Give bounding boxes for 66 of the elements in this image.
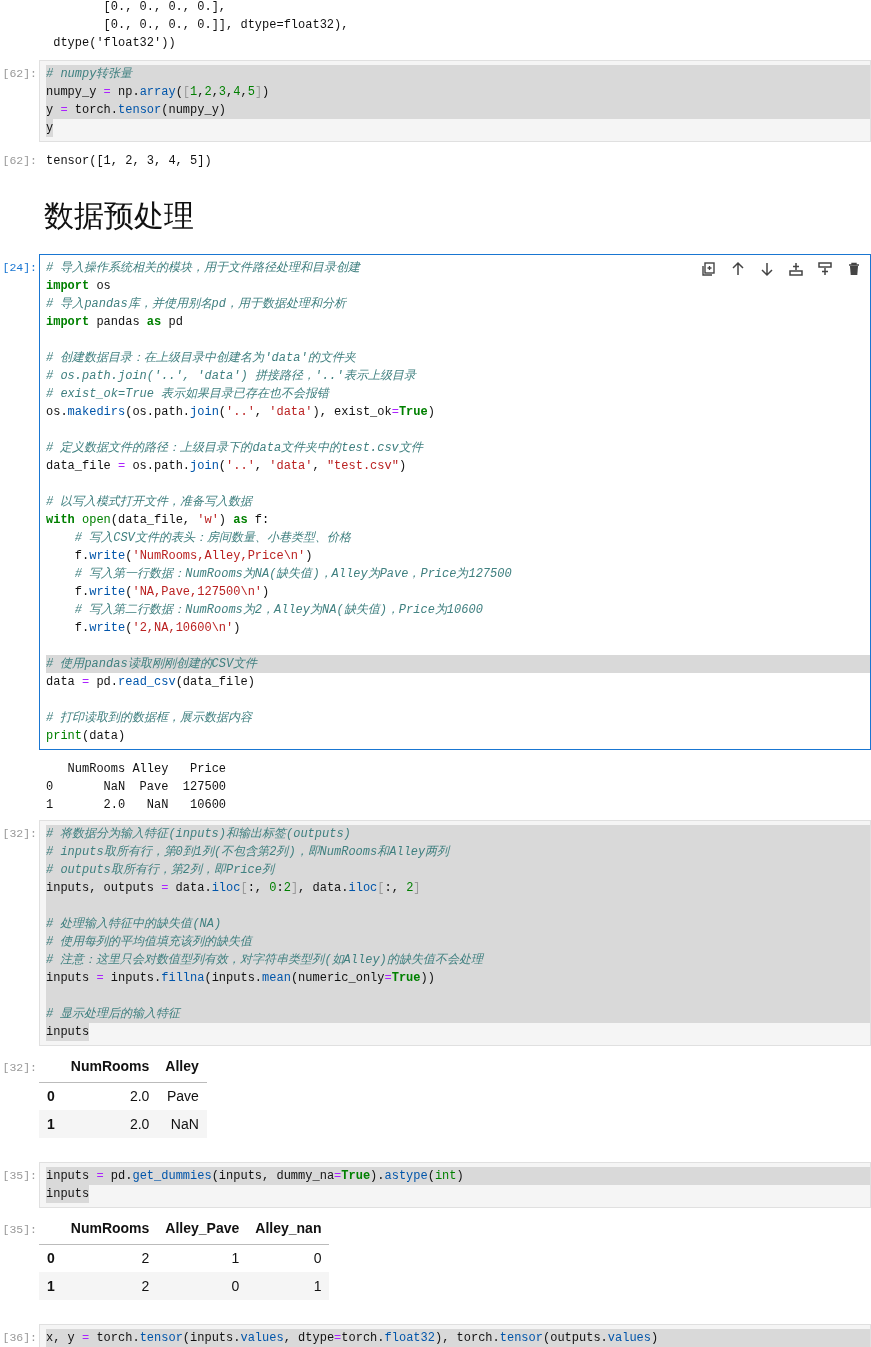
code-line: # 以写入模式打开文件，准备写入数据 xyxy=(46,494,253,511)
code-line: # 写入CSV文件的表头：房间数量、小巷类型、价格 xyxy=(73,530,351,547)
table-cell: 2 xyxy=(62,1244,158,1272)
code-line: with open(data_file, 'w') as f: xyxy=(46,512,270,529)
row-index: 0 xyxy=(39,1244,63,1272)
code-line: import os xyxy=(46,278,111,295)
code-line: f.write('NA,Pave,127500\n') xyxy=(73,584,270,601)
table-cell: Pave xyxy=(157,1082,207,1110)
output-line: NumRooms Alley Price xyxy=(66,761,227,778)
code-line: data = pd.read_csv(data_file) xyxy=(46,674,255,691)
row-index: 0 xyxy=(39,1082,63,1110)
table-cell: 0 xyxy=(247,1244,330,1272)
code-line: # 打印读取到的数据框，展示数据内容 xyxy=(46,710,253,727)
output-line: [0., 0., 0., 0.]], dtype=float32), xyxy=(102,17,349,34)
code-line: # 写入第二行数据：NumRooms为2，Alley为NA(缺失值)，Price为10600 xyxy=(73,602,483,619)
table-cell: NaN xyxy=(157,1110,207,1138)
code-line: data_file = os.path.join('..', 'data', "test.csv") xyxy=(46,458,407,475)
code-line: os.makedirs(os.path.join('..', 'data'), exist_ok=True) xyxy=(46,404,435,421)
code-cell[interactable]: inputs = pd.get_dummies(inputs, dummy_na=True).astype(int) inputs xyxy=(39,1162,871,1208)
cell-prompt: [35]: xyxy=(2,1169,37,1182)
code-line: # 写入第一行数据：NumRooms为NA(缺失值)，Alley为Pave，Price为127500 xyxy=(73,566,512,583)
output-line: [0., 0., 0., 0.], xyxy=(102,0,228,16)
code-cell[interactable]: x, y = torch.tensor(inputs.values, dtype=torch.float32), torch.tensor(outputs.values) xyxy=(39,1324,871,1347)
code-line: print(data) xyxy=(46,728,126,745)
output-line: 1 2.0 NaN 10600 xyxy=(46,797,227,814)
code-line: f.write('NumRooms,Alley,Price\n') xyxy=(73,548,313,565)
code-line: # 创建数据目录：在上级目录中创建名为'data'的文件夹 xyxy=(46,350,356,367)
cell-prompt: [32]: xyxy=(2,1061,37,1074)
row-index: 1 xyxy=(39,1272,63,1300)
insert-below-icon[interactable] xyxy=(817,261,833,277)
code-line: # os.path.join('..', 'data') 拼接路径，'..'表示上级目录 xyxy=(46,368,416,385)
copy-icon[interactable] xyxy=(701,261,717,277)
table-cell: 1 xyxy=(247,1272,330,1300)
table-cell: 2.0 xyxy=(62,1082,158,1110)
column-header: Alley xyxy=(157,1052,207,1082)
cell-prompt: [35]: xyxy=(2,1223,37,1236)
cell-prompt: [62]: xyxy=(2,154,37,167)
code-line: f.write('2,NA,10600\n') xyxy=(73,620,241,637)
column-header: Alley_nan xyxy=(247,1214,330,1244)
code-line: import pandas as pd xyxy=(46,314,183,331)
cell-prompt: [36]: xyxy=(2,1331,37,1344)
delete-icon[interactable] xyxy=(846,261,862,277)
column-header: Alley_Pave xyxy=(157,1214,248,1244)
cell-prompt: [24]: xyxy=(2,261,37,274)
cell-prompt: [62]: xyxy=(2,67,37,80)
column-header: NumRooms xyxy=(62,1052,158,1082)
code-line: # 导入操作系统相关的模块，用于文件路径处理和目录创建 xyxy=(46,260,361,277)
row-index: 1 xyxy=(39,1110,63,1138)
output-line: tensor([1, 2, 3, 4, 5]) xyxy=(46,153,212,170)
column-header: NumRooms xyxy=(62,1214,158,1244)
table-cell: 0 xyxy=(157,1272,248,1300)
output-line: dtype('float32')) xyxy=(52,35,177,52)
code-cell[interactable]: # numpy转张量 numpy_y = np.array([1,2,3,4,5]) y = torch.tensor(numpy_y) y xyxy=(39,60,871,142)
code-line: # exist_ok=True 表示如果目录已存在也不会报错 xyxy=(46,386,330,403)
code-line: # 导入pandas库，并使用别名pd，用于数据处理和分析 xyxy=(46,296,346,313)
insert-above-icon[interactable] xyxy=(788,261,804,277)
up-arrow-icon[interactable] xyxy=(730,261,746,277)
cell-prompt: [32]: xyxy=(2,827,37,840)
section-heading: 数据预处理 xyxy=(43,198,194,234)
table-cell: 1 xyxy=(157,1244,248,1272)
code-cell[interactable] xyxy=(39,254,871,750)
table-cell: 2.0 xyxy=(62,1110,158,1138)
down-arrow-icon[interactable] xyxy=(759,261,775,277)
table-cell: 2 xyxy=(62,1272,158,1300)
output-line: 0 NaN Pave 127500 xyxy=(46,779,227,796)
code-line: # 定义数据文件的路径：上级目录下的data文件夹中的test.csv文件 xyxy=(46,440,423,457)
